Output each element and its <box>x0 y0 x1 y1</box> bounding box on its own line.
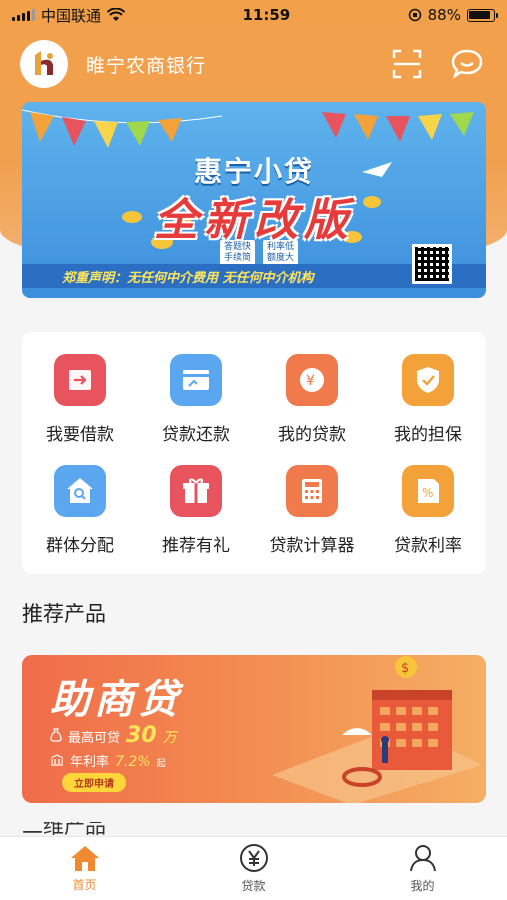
percent-icon: % <box>402 465 454 517</box>
clock: 11:59 <box>242 6 291 24</box>
yen-circle-icon <box>239 844 268 872</box>
tab-home-label: 首页 <box>72 878 97 892</box>
money-bag-icon <box>50 728 62 742</box>
menu-item[interactable]: ¥ 我的贷款 <box>254 344 370 455</box>
rate-suffix: 起 <box>156 759 166 769</box>
product-name: 助商贷 <box>50 677 182 723</box>
carrier-label: 中国联通 <box>41 6 102 25</box>
gift-icon <box>170 465 222 517</box>
user-icon <box>409 845 436 872</box>
qr-code-icon <box>412 244 452 284</box>
tab-mine-label: 我的 <box>410 879 435 893</box>
menu-item[interactable]: 我的担保 <box>370 344 486 455</box>
bank-logo-icon <box>20 40 68 88</box>
svg-text:¥: ¥ <box>306 373 315 389</box>
tab-loan[interactable]: 贷款 <box>169 837 338 900</box>
next-section-title-text: 二维产品 <box>22 822 106 836</box>
calculator-icon <box>286 465 338 517</box>
status-right: 88% <box>408 6 498 24</box>
signal-icon <box>12 9 35 21</box>
section-title-recommend: 推荐产品 <box>22 602 106 626</box>
next-section-title: 二维产品 <box>22 822 142 836</box>
menu-item[interactable]: 贷款还款 <box>138 344 254 455</box>
battery-percent: 88% <box>427 6 461 24</box>
menu-item-label: 群体分配 <box>46 536 114 556</box>
menu-item-label: 贷款利率 <box>394 536 462 556</box>
menu-item-label: 推荐有礼 <box>162 536 230 556</box>
yen-coin-icon: ¥ <box>286 354 338 406</box>
tab-home[interactable]: 首页 <box>0 837 169 900</box>
product-max-amount: 最高可贷 30 万 <box>50 723 177 748</box>
bank-name: 睢宁农商银行 <box>86 54 207 77</box>
service-menu: 我要借款 贷款还款 ¥ 我的贷款 我的担保 群体分配 推荐有礼 贷款计算器% 贷款利率 <box>22 332 486 574</box>
banner-headline: 全新改版 <box>154 195 354 246</box>
svg-text:%: % <box>422 486 433 500</box>
wifi-icon <box>107 8 126 21</box>
menu-item-label: 贷款计算器 <box>269 536 355 556</box>
repay-card-icon <box>170 354 222 406</box>
menu-item[interactable]: 推荐有礼 <box>138 455 254 566</box>
scan-icon[interactable] <box>387 44 427 84</box>
menu-item-label: 我的担保 <box>394 425 462 445</box>
menu-item[interactable]: 我要借款 <box>22 344 138 455</box>
orientation-lock-icon <box>408 8 421 22</box>
max-unit: 万 <box>162 730 177 746</box>
home-icon <box>70 846 99 871</box>
rate-label: 年利率 <box>70 755 110 770</box>
menu-item[interactable]: 群体分配 <box>22 455 138 566</box>
tab-mine[interactable]: 我的 <box>338 837 507 900</box>
bank-building-icon <box>50 754 64 766</box>
bottom-tab-bar: 首页 贷款 我的 <box>0 836 507 900</box>
menu-item-label: 我的贷款 <box>278 425 346 445</box>
svg-text:$: $ <box>401 661 409 676</box>
menu-item-label: 贷款还款 <box>162 425 230 445</box>
app-header: 睢宁农商银行 <box>0 36 507 92</box>
menu-item[interactable]: % 贷款利率 <box>370 455 486 566</box>
chat-bubble-icon[interactable] <box>447 44 487 84</box>
battery-icon <box>466 8 498 22</box>
status-bar: 中国联通 11:59 88% <box>0 0 507 30</box>
menu-item[interactable]: 贷款计算器 <box>254 455 370 566</box>
banner-tags: 答题快 手续简 利率低 额度大 <box>220 240 299 266</box>
promo-banner[interactable]: 惠宁小贷 全新改版 答题快 手续简 利率低 额度大 郑重声明：无任何中介费用 无… <box>22 102 486 298</box>
max-label: 最高可贷 <box>68 731 121 746</box>
rate-value: 7.2% <box>115 754 151 770</box>
banner-tag: 利率低 额度大 <box>263 240 299 266</box>
borrow-icon <box>54 354 106 406</box>
max-value: 30 <box>126 723 157 748</box>
home-search-icon <box>54 465 106 517</box>
banner-tag: 答题快 手续简 <box>220 240 256 266</box>
shield-check-icon <box>402 354 454 406</box>
product-rate: 年利率 7.2% 起 <box>50 751 166 770</box>
status-left: 中国联通 <box>12 5 126 26</box>
product-banner[interactable]: $ 助商贷 最高可贷 30 万 年利率 7.2% 起 立即申请 <box>22 655 486 803</box>
menu-item-label: 我要借款 <box>46 425 114 445</box>
tab-loan-label: 贷款 <box>241 879 266 893</box>
apply-now-button[interactable]: 立即申请 <box>62 773 126 792</box>
